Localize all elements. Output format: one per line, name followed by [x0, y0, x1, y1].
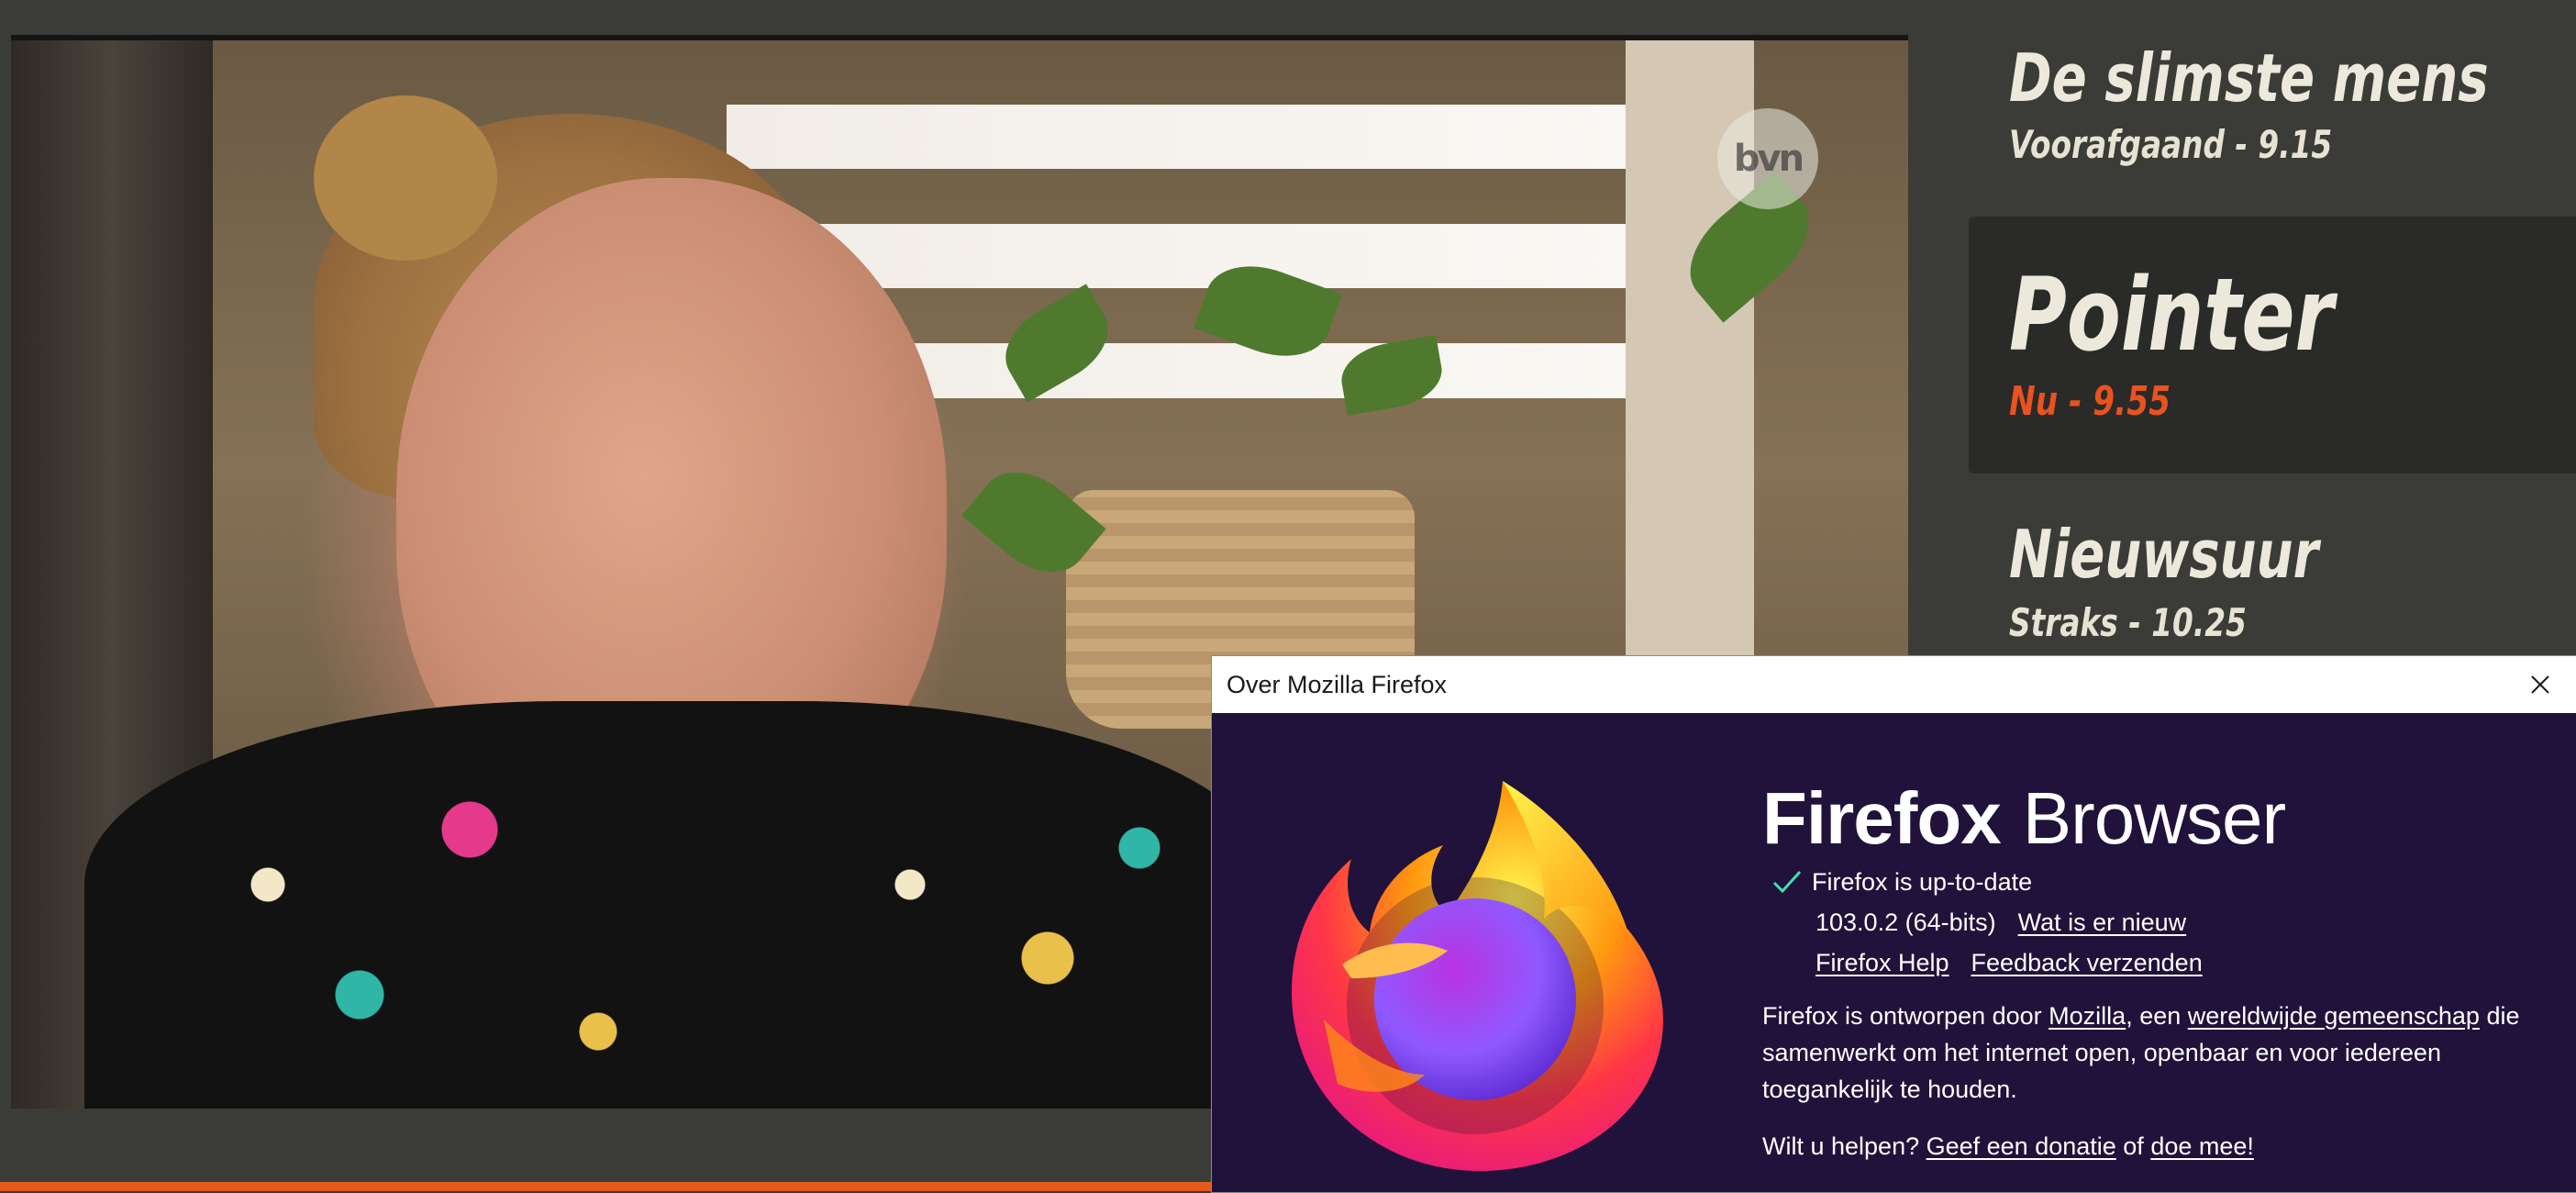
about-firefox-dialog: Over Mozilla Firefox Firefox Browser Fir… [1211, 655, 2576, 1193]
firefox-logo-icon [1292, 781, 1663, 1171]
dialog-content: Firefox Browser Firefox is up-to-date 103… [1762, 777, 2551, 1165]
help-line: Wilt u helpen? Geef een donatie of doe m… [1762, 1128, 2551, 1165]
firefox-help-link[interactable]: Firefox Help [1815, 949, 1949, 976]
brand-light: Browser [2022, 777, 2286, 859]
support-links: Firefox Help Feedback verzenden [1762, 942, 2551, 983]
version-text: 103.0.2 (64-bits) [1815, 909, 1996, 936]
description-text: , een [2126, 1002, 2188, 1030]
version-row: 103.0.2 (64-bits) Wat is er nieuw [1762, 902, 2551, 942]
help-text: of [2115, 1132, 2151, 1160]
close-button[interactable] [2504, 656, 2576, 713]
help-text: Wilt u helpen? [1762, 1132, 1926, 1160]
checkmark-icon [1772, 870, 1802, 894]
status-text: Firefox is up-to-date [1812, 868, 2033, 896]
hair-bun [314, 95, 497, 261]
description: Firefox is ontworpen door Mozilla, een w… [1762, 998, 2551, 1108]
schedule-title: Nieuwsuur [2009, 516, 2319, 593]
whats-new-link[interactable]: Wat is er nieuw [2018, 909, 2187, 936]
schedule-item-next: Nieuwsuur Straks - 10.25 [2009, 508, 2405, 646]
schedule-item-previous: De slimste mens Voorafgaand - 9.15 [2009, 37, 2576, 171]
brand-bold: Firefox [1762, 777, 2002, 859]
mozilla-link[interactable]: Mozilla [2049, 1002, 2126, 1030]
close-icon [2531, 675, 2549, 694]
update-status: Firefox is up-to-date [1762, 862, 2551, 902]
schedule-item-current: Pointer Nu - 9.55 [2009, 255, 2426, 429]
patterned-shirt [84, 701, 1277, 1109]
brand-title: Firefox Browser [1762, 777, 2551, 860]
schedule-time: Voorafgaand - 9.15 [2009, 122, 2333, 167]
window-blind [727, 105, 1644, 169]
channel-logo: bvn [1717, 108, 1818, 209]
community-link[interactable]: wereldwijde gemeenschap [2188, 1002, 2480, 1030]
dialog-titlebar[interactable]: Over Mozilla Firefox [1212, 656, 2576, 713]
donate-link[interactable]: Geef een donatie [1926, 1132, 2116, 1160]
accent-bar [0, 1182, 1220, 1191]
schedule-time: Nu - 9.55 [2009, 378, 2171, 425]
schedule-time: Straks - 10.25 [2009, 600, 2247, 645]
dialog-title: Over Mozilla Firefox [1227, 670, 1448, 698]
schedule-title: De slimste mens [2009, 39, 2489, 117]
description-text: Firefox is ontworpen door [1762, 1002, 2049, 1030]
join-link[interactable]: doe mee! [2150, 1132, 2254, 1160]
feedback-link[interactable]: Feedback verzenden [1971, 949, 2203, 976]
schedule-title: Pointer [2009, 256, 2334, 374]
